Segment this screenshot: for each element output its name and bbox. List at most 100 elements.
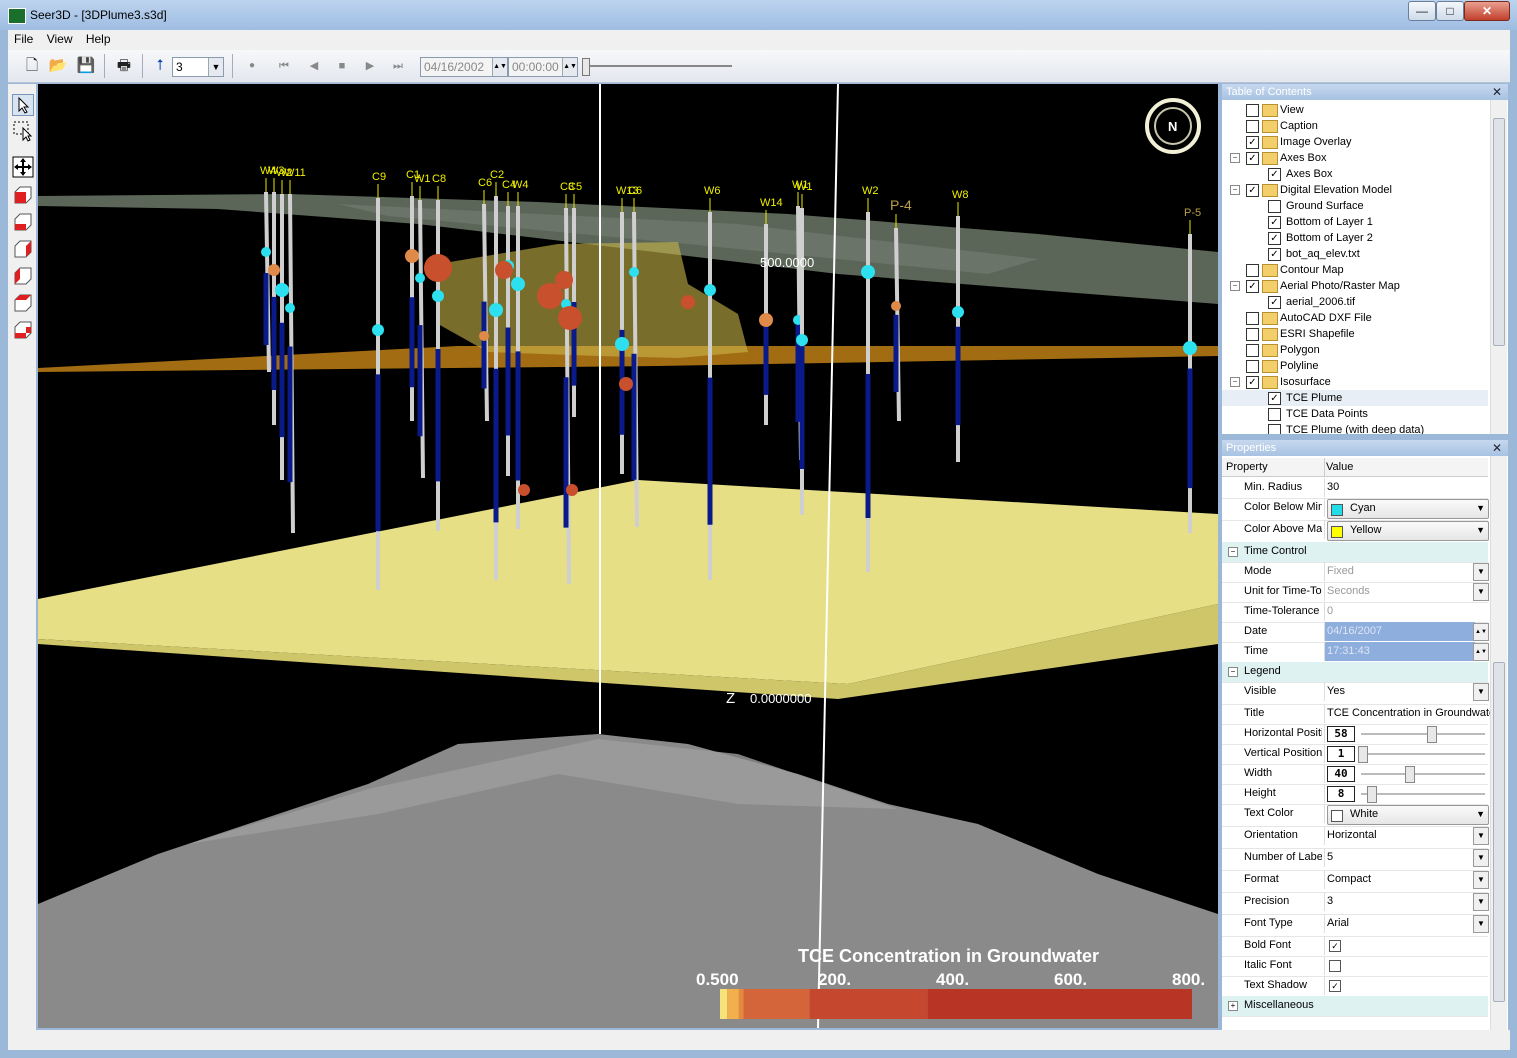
chevron-down-icon[interactable]: ▼	[1473, 893, 1489, 911]
property-row[interactable]: Text Shadow ✓	[1222, 976, 1488, 997]
property-row[interactable]: Title TCE Concentration in Groundwater	[1222, 704, 1499, 725]
tce-data-point[interactable]	[891, 301, 901, 311]
property-row[interactable]: Precision 3 ▼	[1222, 892, 1489, 915]
toc-checkbox[interactable]: ✓	[1246, 376, 1259, 389]
property-row[interactable]: Number of Labels5▼	[1222, 848, 1489, 871]
play-icon[interactable]: ▶	[360, 56, 380, 76]
spinner-icon[interactable]: ▲▼	[1473, 623, 1489, 641]
print-icon[interactable]: 🖶	[114, 56, 134, 76]
tce-data-point[interactable]	[558, 306, 582, 330]
tce-data-point[interactable]	[796, 334, 808, 346]
slider-track[interactable]	[1361, 753, 1485, 755]
toc-item[interactable]: Contour Map	[1222, 262, 1488, 278]
toc-checkbox[interactable]	[1246, 120, 1259, 133]
toc-checkbox[interactable]: ✓	[1268, 392, 1281, 405]
collapse-icon[interactable]: −	[1230, 153, 1240, 163]
toc-checkbox[interactable]	[1246, 312, 1259, 325]
toc-item[interactable]: View	[1222, 102, 1488, 118]
maximize-button[interactable]: □	[1436, 1, 1464, 21]
spinner-icon[interactable]: ▲▼	[1473, 643, 1489, 661]
tce-data-point[interactable]	[495, 261, 513, 279]
tce-data-point[interactable]	[952, 306, 964, 318]
toc-checkbox[interactable]: ✓	[1246, 184, 1259, 197]
chevron-down-icon[interactable]: ▼	[1473, 849, 1489, 867]
properties-scrollbar[interactable]	[1490, 456, 1507, 1030]
properties-close-icon[interactable]: ✕	[1492, 440, 1502, 456]
tce-data-point[interactable]	[372, 324, 384, 336]
toc-checkbox[interactable]	[1246, 264, 1259, 277]
tce-data-point[interactable]	[759, 313, 773, 327]
3d-scene[interactable]: N W4W3W2W11 C9 C1W1 C8 C2C6 C4W4 C3C5 W13C6 W6W1…	[38, 84, 1218, 1028]
property-row[interactable]: Mode Fixed ▼	[1222, 562, 1489, 583]
chevron-down-icon[interactable]: ▼	[1473, 915, 1489, 933]
new-file-icon[interactable]: 🗋	[22, 56, 42, 76]
property-row[interactable]: Visible Yes ▼	[1222, 682, 1489, 705]
toc-item[interactable]: ✓ Axes Box	[1222, 166, 1488, 182]
toc-checkbox[interactable]	[1268, 408, 1281, 421]
property-value[interactable]: Horizontal ▼	[1324, 826, 1489, 845]
toc-checkbox[interactable]: ✓	[1246, 152, 1259, 165]
property-value[interactable]: Cyan ▼	[1324, 498, 1489, 519]
toc-item[interactable]: TCE Plume (with deep data)	[1222, 422, 1488, 434]
toc-checkbox[interactable]	[1268, 424, 1281, 434]
chevron-down-icon[interactable]: ▼	[1473, 683, 1489, 701]
view-right-icon[interactable]	[12, 265, 34, 287]
toc-checkbox[interactable]	[1246, 360, 1259, 373]
property-row[interactable]: Width 40	[1222, 764, 1488, 785]
tce-data-point[interactable]	[615, 337, 629, 351]
property-value[interactable]: Compact ▼	[1324, 870, 1489, 889]
toc-checkbox[interactable]: ✓	[1268, 232, 1281, 245]
tce-data-point[interactable]	[704, 284, 716, 296]
tce-data-point[interactable]	[268, 264, 280, 276]
property-row[interactable]: Time 17:31:43 ▲▼	[1222, 642, 1489, 663]
first-frame-icon[interactable]: ⏮	[274, 56, 294, 76]
property-value[interactable]: 5 ▼	[1324, 848, 1489, 867]
menu-help[interactable]: Help	[82, 30, 115, 48]
toc-checkbox[interactable]: ✓	[1268, 168, 1281, 181]
property-value[interactable]: 0	[1324, 602, 1489, 621]
tce-data-point[interactable]	[511, 277, 525, 291]
animation-slider-track[interactable]	[584, 65, 732, 67]
chevron-down-icon[interactable]: ▼	[1473, 583, 1489, 601]
toc-item[interactable]: ✓ aerial_2006.tif	[1222, 294, 1488, 310]
property-value[interactable]: Yellow ▼	[1324, 520, 1489, 541]
tce-data-point[interactable]	[424, 254, 452, 282]
chevron-down-icon[interactable]: ▼	[1473, 827, 1489, 845]
property-row[interactable]: Time-Tolerance 0	[1222, 602, 1488, 623]
view-front-icon[interactable]	[12, 184, 34, 206]
toc-item[interactable]: ✓ TCE Plume	[1222, 390, 1488, 406]
property-row[interactable]: + Miscellaneous	[1222, 996, 1488, 1017]
tce-data-point[interactable]	[861, 265, 875, 279]
tce-data-point[interactable]	[405, 249, 419, 263]
property-row[interactable]: Italic Font	[1222, 956, 1488, 977]
property-row[interactable]: Color Above Max Yellow ▼	[1222, 520, 1489, 543]
toc-checkbox[interactable]: ✓	[1268, 296, 1281, 309]
tce-data-point[interactable]	[555, 271, 573, 289]
property-value[interactable]: 17:31:43 ▲▼	[1324, 642, 1489, 661]
property-value[interactable]: 04/16/2007 ▲▼	[1324, 622, 1489, 641]
toc-checkbox[interactable]	[1246, 328, 1259, 341]
tce-data-point[interactable]	[1183, 341, 1197, 355]
property-row[interactable]: Bold Font ✓	[1222, 936, 1488, 957]
property-row[interactable]: Format Compact ▼	[1222, 870, 1489, 893]
toc-item[interactable]: Polygon	[1222, 342, 1488, 358]
toc-checkbox[interactable]	[1268, 200, 1281, 213]
view-bottom-icon[interactable]	[12, 319, 34, 341]
record-icon[interactable]: ●	[242, 56, 262, 76]
property-value[interactable]: 8	[1324, 784, 1489, 803]
save-icon[interactable]: 💾	[76, 56, 96, 76]
property-row[interactable]: Unit for Time-Tolerance Seconds ▼	[1222, 582, 1489, 603]
property-value[interactable]: Fixed ▼	[1324, 562, 1489, 581]
animation-date-input[interactable]: 04/16/2002 ▲▼	[420, 57, 508, 77]
property-row[interactable]: − Time Control	[1222, 542, 1488, 563]
property-checkbox[interactable]: ✓	[1329, 980, 1341, 992]
tce-data-point[interactable]	[432, 290, 444, 302]
toc-checkbox[interactable]: ✓	[1246, 136, 1259, 149]
view-left-icon[interactable]	[12, 238, 34, 260]
toc-item[interactable]: − ✓ Aerial Photo/Raster Map	[1222, 278, 1488, 294]
tce-data-point[interactable]	[681, 295, 695, 309]
property-row[interactable]: Date 04/16/2007 ▲▼	[1222, 622, 1489, 643]
stop-icon[interactable]: ■	[332, 56, 352, 76]
collapse-icon[interactable]: −	[1228, 547, 1238, 557]
toc-checkbox[interactable]: ✓	[1268, 248, 1281, 261]
